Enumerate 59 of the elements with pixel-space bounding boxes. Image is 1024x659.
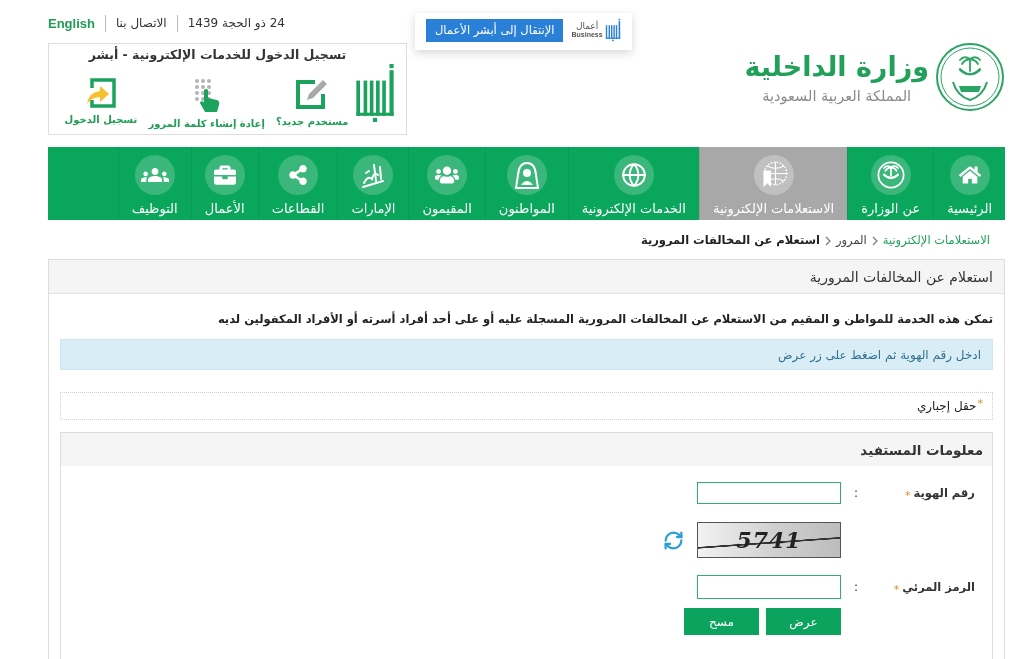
description-text: تمكن هذه الخدمة للمواطن و المقيم من الاستعلام عن المخالفات المرورية المسجلة عليه أو على أحد أفراد أسرته أو الأفراد المكفولين لديه <box>216 312 993 326</box>
bars-logo <box>604 18 621 42</box>
refresh-icon[interactable] <box>663 529 684 551</box>
breadcrumb-link[interactable]: الاستعلامات الإلكترونية <box>882 233 990 248</box>
login-action-link[interactable]: تسجيل الدخول <box>64 114 138 125</box>
field-label: رقم الهوية <box>913 486 975 500</box>
nav-item[interactable]: المقيمون <box>408 147 485 220</box>
field-label: الرمز المرئي <box>902 580 975 594</box>
required-mark: * <box>904 488 911 502</box>
bars-logo <box>354 64 396 122</box>
sign-in-arrow-icon <box>85 78 116 108</box>
chevron-icon <box>824 236 831 246</box>
nav-item[interactable]: المواطنون <box>484 147 568 220</box>
nav-item[interactable]: القطاعات <box>257 147 338 220</box>
login-action-link[interactable]: مستخدم جديد؟ <box>275 116 349 127</box>
chevron-icon <box>871 236 878 246</box>
clear-button[interactable]: مسح <box>684 608 759 635</box>
emblem-logo <box>935 42 1005 112</box>
contact-link[interactable]: الاتصال بنا <box>115 16 167 30</box>
breadcrumb-current: استعلام عن المخالفات المرورية <box>640 233 820 248</box>
globe-icon <box>613 155 654 195</box>
emblem-icon <box>870 155 911 195</box>
nav-item[interactable]: الأعمال <box>190 147 258 220</box>
nav-item[interactable]: عن الوزارة <box>847 147 934 220</box>
calligraphy-icon <box>353 155 394 195</box>
required-mark: * <box>893 582 900 596</box>
nav-item[interactable]: الاستعلامات الإلكترونية <box>698 147 848 220</box>
ministry-name: وزارة الداخلية <box>744 49 929 84</box>
keypad-hand-icon <box>192 78 221 112</box>
required-note-text: حقل إجباري <box>916 399 977 413</box>
date-text: 24 ذو الحجة 1439 <box>187 16 285 30</box>
people-icon <box>427 155 468 195</box>
colon-text: : <box>852 486 859 500</box>
nav-item[interactable]: الخدمات الإلكترونية <box>567 147 699 220</box>
nav-item[interactable]: الإمارات <box>337 147 409 220</box>
breadcrumb-link[interactable]: المرور <box>835 233 867 248</box>
group-icon <box>134 155 175 195</box>
colon-text: : <box>852 580 859 594</box>
nav-item[interactable]: الرئيسية <box>933 147 1005 220</box>
business-portal-button[interactable]: الإنتقال إلى أبشر الأعمال <box>426 18 564 42</box>
show-button[interactable]: عرض <box>766 608 841 635</box>
nav-item[interactable]: التوظيف <box>117 147 191 220</box>
network-icon <box>278 155 319 195</box>
globe-bookmark-icon <box>753 155 794 195</box>
panel-title: استعلام عن المخالفات المرورية <box>809 268 993 285</box>
country-name: المملكة العربية السعودية <box>762 88 912 105</box>
man-headdress-icon <box>506 155 547 195</box>
login-action-link[interactable]: إعادة إنشاء كلمة المرور <box>148 118 265 129</box>
input-field[interactable] <box>697 575 841 599</box>
house-icon <box>949 155 990 195</box>
login-box-title: تسجيل الدخول للخدمات الإلكترونية - أبشر <box>87 47 348 62</box>
checkbox-pencil-icon <box>295 78 330 110</box>
briefcase-icon <box>204 155 245 195</box>
required-mark: * <box>977 397 983 410</box>
language-link[interactable]: English <box>48 15 95 31</box>
section-title: معلومات المستفيد <box>860 441 983 458</box>
input-field[interactable] <box>697 482 841 504</box>
info-alert: ادخل رقم الهوية ثم اضغط على زر عرض <box>60 339 993 370</box>
logo-arabic-text: أعمال <box>575 22 599 31</box>
